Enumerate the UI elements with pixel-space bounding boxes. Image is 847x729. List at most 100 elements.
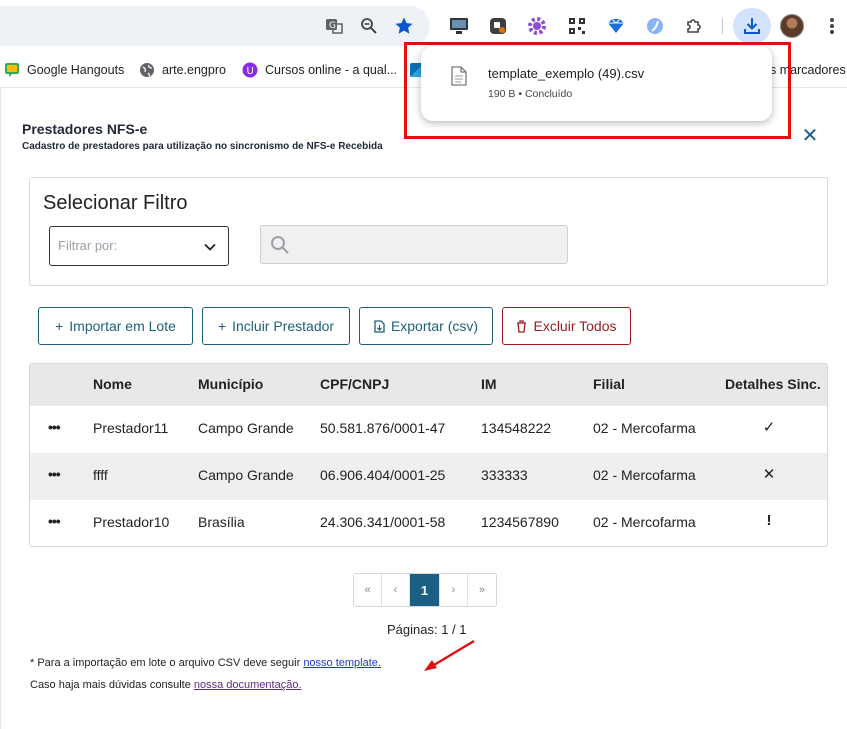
bookmark-label: Google Hangouts	[27, 63, 125, 77]
search-input[interactable]	[260, 225, 568, 264]
cell-cnpj: 50.581.876/0001-47	[320, 420, 446, 436]
docs-note-text: Caso haja mais dúvidas consulte	[30, 679, 194, 691]
row-actions-menu-icon[interactable]: •••	[48, 513, 64, 533]
cell-municipio: Campo Grande	[198, 420, 294, 436]
bookmark-cursos-online[interactable]: U Cursos online - a qual...	[242, 59, 397, 81]
svg-text:U: U	[247, 66, 254, 77]
extension-icon[interactable]	[487, 15, 509, 37]
documentation-link[interactable]: nossa documentação.	[194, 679, 302, 691]
sync-error-icon[interactable]: ✕	[758, 465, 780, 483]
sync-success-icon[interactable]: ✓	[758, 418, 780, 436]
annotation-arrow-icon	[424, 639, 475, 671]
row-actions-menu-icon[interactable]: •••	[48, 419, 64, 439]
table-header: Nome Município CPF/CNPJ IM Filial Detalh…	[30, 364, 827, 406]
file-icon	[451, 66, 467, 86]
export-csv-button[interactable]: Exportar (csv)	[359, 307, 493, 345]
column-header-cnpj: CPF/CNPJ	[320, 376, 390, 392]
downloads-button[interactable]	[733, 8, 771, 44]
template-link[interactable]: nosso template.	[303, 657, 381, 669]
cell-municipio: Campo Grande	[198, 467, 294, 483]
cell-nome: Prestador10	[93, 514, 170, 530]
import-batch-label: Importar em Lote	[69, 318, 176, 334]
plus-icon: +	[217, 318, 227, 334]
delete-all-label: Excluir Todos	[533, 318, 617, 334]
pages-info: Páginas: 1 / 1	[387, 622, 467, 637]
diamond-extension-icon[interactable]	[605, 15, 627, 37]
last-page-button[interactable]: »	[468, 574, 496, 606]
puzzle-extensions-icon[interactable]	[683, 15, 705, 37]
import-note-text: * Para a importação em lote o arquivo CS…	[30, 657, 304, 669]
page-border	[0, 88, 1, 729]
bookmark-label: arte.engpro	[162, 63, 226, 77]
cursos-icon: U	[242, 62, 258, 78]
other-bookmarks[interactable]: s marcadores	[770, 59, 846, 81]
qr-code-icon[interactable]	[566, 15, 588, 37]
globe-icon	[139, 62, 155, 78]
sync-warning-icon[interactable]: !	[758, 512, 780, 529]
column-header-im: IM	[481, 376, 497, 392]
filter-title: Selecionar Filtro	[43, 192, 188, 214]
chevron-down-icon	[204, 243, 216, 251]
search-icon	[271, 236, 289, 254]
translate-icon[interactable]: G	[323, 15, 345, 37]
file-download-icon	[374, 319, 385, 333]
docs-note: Caso haja mais dúvidas consulte nossa do…	[30, 679, 302, 691]
add-provider-label: Incluir Prestador	[232, 318, 335, 334]
bookmark-google-hangouts[interactable]: Google Hangouts	[4, 59, 124, 81]
current-page-button[interactable]: 1	[410, 574, 440, 606]
hangouts-icon	[4, 62, 20, 78]
table-row: ••• Prestador10 Brasília 24.306.341/0001…	[30, 500, 827, 546]
cell-im: 333333	[481, 467, 528, 483]
column-header-filial: Filial	[593, 376, 625, 392]
column-header-nome: Nome	[93, 376, 132, 392]
import-note: * Para a importação em lote o arquivo CS…	[30, 657, 381, 669]
close-icon[interactable]: ✕	[800, 126, 820, 146]
bookmark-star-icon[interactable]	[393, 15, 415, 37]
page-title: Prestadores NFS-e	[22, 121, 148, 137]
profile-avatar[interactable]	[780, 14, 804, 38]
browser-menu-icon[interactable]	[826, 15, 838, 37]
cell-im: 1234567890	[481, 514, 559, 530]
page-subtitle: Cadastro de prestadores para utilização …	[22, 141, 383, 152]
previous-page-button[interactable]: ‹	[382, 574, 410, 606]
bookmark-arte-engpro[interactable]: arte.engpro	[139, 59, 226, 81]
cell-cnpj: 24.306.341/0001-58	[320, 514, 446, 530]
column-header-detalhes: Detalhes Sinc.	[725, 376, 821, 392]
browser-toolbar: G	[0, 0, 847, 52]
delete-all-button[interactable]: Excluir Todos	[502, 307, 631, 345]
shield-extension-icon[interactable]	[644, 15, 666, 37]
download-bubble[interactable]: template_exemplo (49).csv 190 B • Conclu…	[421, 46, 772, 121]
table-row: ••• ffff Campo Grande 06.906.404/0001-25…	[30, 453, 827, 500]
cell-im: 134548222	[481, 420, 552, 436]
cell-municipio: Brasília	[198, 514, 245, 530]
export-csv-label: Exportar (csv)	[390, 318, 479, 334]
download-status: 190 B • Concluído	[488, 88, 573, 100]
cell-nome: Prestador11	[93, 420, 169, 436]
next-page-button[interactable]: ›	[440, 574, 468, 606]
column-header-municipio: Município	[198, 376, 264, 392]
download-icon	[744, 18, 760, 34]
zoom-icon[interactable]	[358, 15, 380, 37]
plus-icon: +	[55, 318, 64, 334]
cell-filial: 02 - Mercofarma	[593, 420, 696, 436]
cell-cnpj: 06.906.404/0001-25	[320, 467, 446, 483]
monitor-extension-icon[interactable]	[448, 15, 470, 37]
filter-card: Selecionar Filtro Filtrar por:	[29, 177, 828, 286]
bookmark-label: Cursos online - a qual...	[265, 63, 398, 77]
table-row: ••• Prestador11 Campo Grande 50.581.876/…	[30, 406, 827, 453]
providers-table: Nome Município CPF/CNPJ IM Filial Detalh…	[29, 363, 828, 547]
import-batch-button[interactable]: + Importar em Lote	[38, 307, 193, 345]
cell-nome: ffff	[93, 467, 108, 483]
cell-filial: 02 - Mercofarma	[593, 514, 696, 530]
gear-extension-icon[interactable]	[526, 15, 548, 37]
add-provider-button[interactable]: + Incluir Prestador	[202, 307, 350, 345]
toolbar-divider	[722, 18, 723, 34]
filter-select[interactable]: Filtrar por:	[49, 226, 229, 266]
filter-select-placeholder: Filtrar por:	[58, 238, 118, 253]
trash-icon	[517, 319, 527, 333]
first-page-button[interactable]: «	[354, 574, 382, 606]
row-actions-menu-icon[interactable]: •••	[48, 466, 64, 486]
pagination: « ‹ 1 › »	[353, 573, 497, 607]
cell-filial: 02 - Mercofarma	[593, 467, 696, 483]
download-filename[interactable]: template_exemplo (49).csv	[488, 66, 644, 81]
